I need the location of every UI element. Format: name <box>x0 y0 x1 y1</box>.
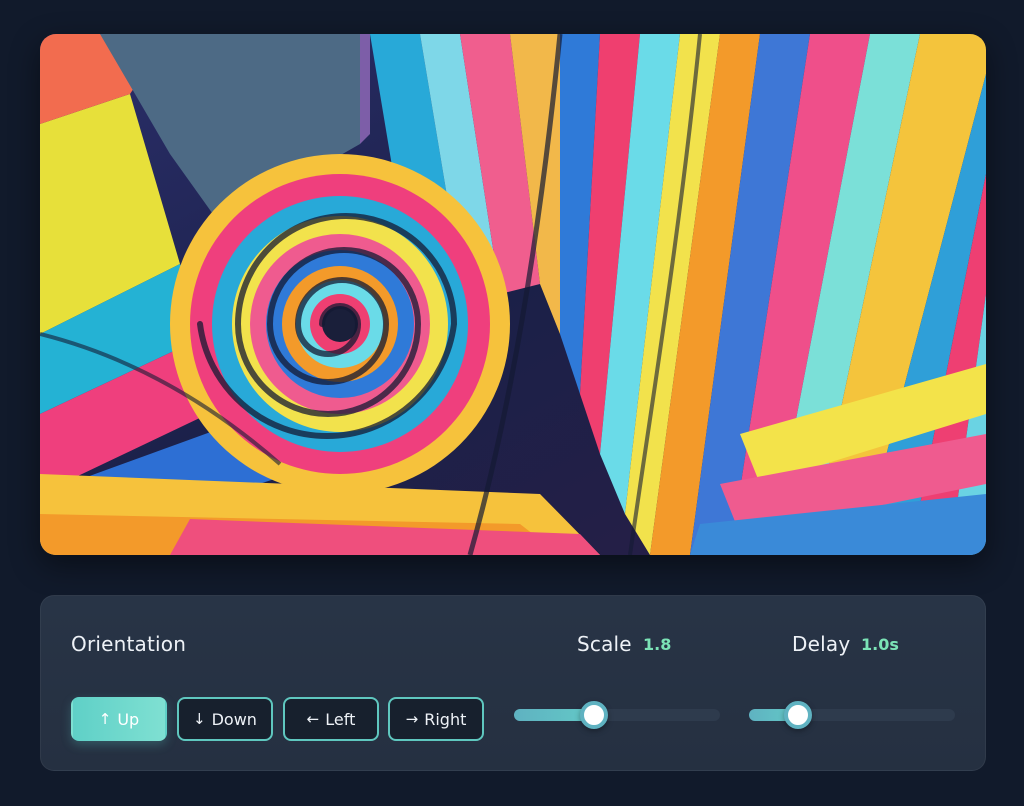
arrow-down-icon: ↓ <box>193 710 206 728</box>
scale-value: 1.8 <box>643 635 672 654</box>
scale-slider-thumb[interactable] <box>580 701 609 729</box>
delay-value: 1.0s <box>861 635 899 654</box>
orientation-down-label: Down <box>211 709 257 729</box>
orientation-left-label: Left <box>325 709 356 729</box>
artwork-image <box>40 34 986 555</box>
arrow-left-icon: ← <box>306 710 320 728</box>
controls-panel: Orientation ↑ Up ↓ Down ← Left → Right S… <box>40 595 986 771</box>
orientation-up-button[interactable]: ↑ Up <box>71 697 167 741</box>
orientation-label: Orientation <box>71 632 187 656</box>
scale-slider[interactable] <box>514 700 720 729</box>
app-root: Orientation ↑ Up ↓ Down ← Left → Right S… <box>0 0 1024 806</box>
arrow-right-icon: → <box>405 710 419 728</box>
abstract-swirl-artwork <box>40 34 986 555</box>
scale-label: Scale <box>577 632 632 656</box>
arrow-up-icon: ↑ <box>98 710 112 728</box>
delay-label: Delay <box>792 632 851 656</box>
orientation-right-label: Right <box>424 709 467 729</box>
orientation-down-button[interactable]: ↓ Down <box>177 697 273 741</box>
delay-slider-thumb[interactable] <box>784 701 813 729</box>
orientation-up-label: Up <box>117 709 140 729</box>
delay-slider[interactable] <box>749 700 955 729</box>
orientation-left-button[interactable]: ← Left <box>283 697 379 741</box>
orientation-right-button[interactable]: → Right <box>388 697 484 741</box>
